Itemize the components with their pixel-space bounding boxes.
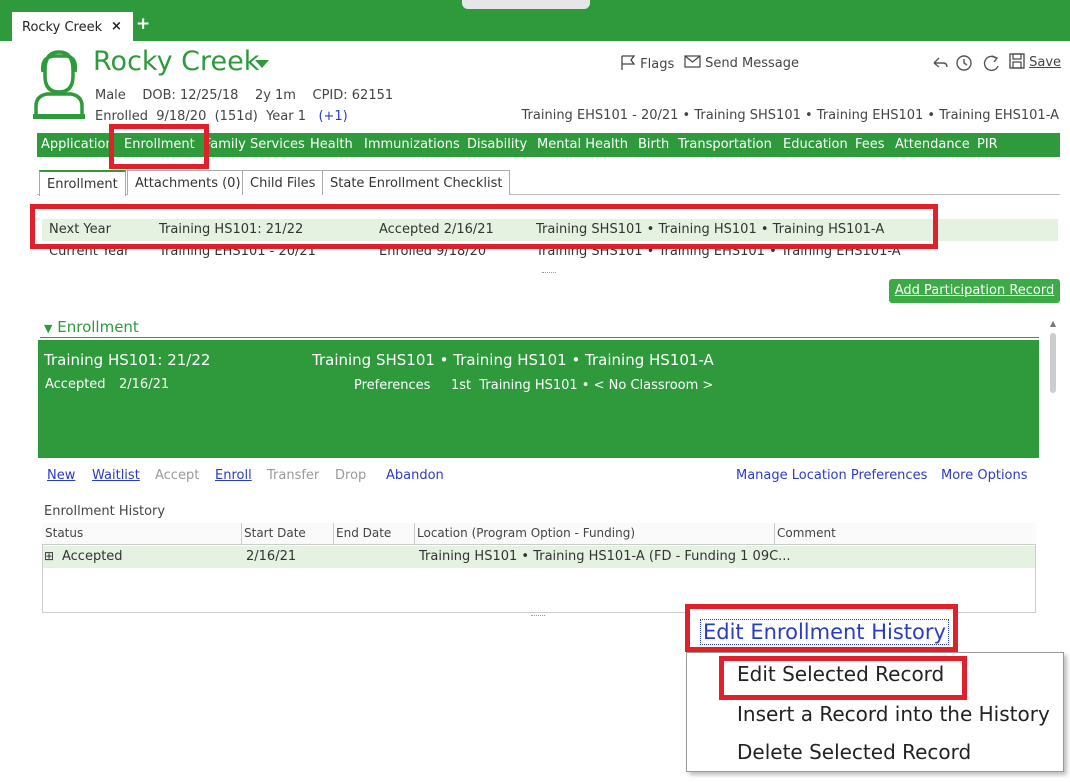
preferences-label: Preferences: [354, 378, 431, 393]
edit-enrollment-history-callout: Edit Enrollment History: [685, 604, 958, 652]
subtab-attachments[interactable]: Attachments (0): [127, 170, 249, 195]
enrollment-detail-panel: Training HS101: 21/22 Training SHS101 • …: [38, 340, 1039, 458]
enrollment-status: Accepted: [45, 377, 106, 392]
enrollment-summary: Enrolled 9/18/20 (151d) Year 1 (+1): [95, 109, 348, 124]
more-years-link[interactable]: (+1): [318, 109, 347, 124]
new-tab-icon[interactable]: +: [136, 14, 150, 34]
manage-location-preferences-link[interactable]: Manage Location Preferences: [736, 468, 927, 483]
nav-disability[interactable]: Disability: [467, 137, 527, 152]
drop-link: Drop: [335, 468, 367, 483]
edit-selected-record-callout: [719, 656, 967, 700]
chevron-down-icon[interactable]: [255, 60, 269, 68]
subtab-state-enrollment-checklist[interactable]: State Enrollment Checklist: [322, 170, 511, 195]
close-tab-icon[interactable]: ×: [111, 19, 122, 34]
send-message-button[interactable]: Send Message: [684, 55, 799, 71]
child-name[interactable]: Rocky Creek: [93, 46, 259, 77]
child-demographics: Male DOB: 12/25/18 2y 1m CPID: 62151: [95, 88, 394, 103]
edit-enrollment-history-button[interactable]: Edit Enrollment History: [700, 619, 949, 645]
enrollment-history-label: Enrollment History: [44, 504, 166, 519]
nav-pir[interactable]: PIR: [977, 137, 998, 152]
enrollment-nav-callout: [109, 124, 209, 169]
more-options-link[interactable]: More Options: [941, 468, 1028, 483]
window-notch: [462, 0, 590, 9]
col-status[interactable]: Status: [45, 526, 83, 540]
splitter-grip[interactable]: [542, 272, 556, 274]
transfer-link: Transfer: [267, 468, 320, 483]
nav-family-services[interactable]: Family Services: [204, 137, 305, 152]
col-location[interactable]: Location (Program Option - Funding): [417, 526, 635, 540]
abandon-link[interactable]: Abandon: [386, 468, 444, 483]
nav-education[interactable]: Education: [783, 137, 848, 152]
new-link[interactable]: New: [47, 468, 75, 483]
nav-immunizations[interactable]: Immunizations: [364, 137, 460, 152]
add-participation-record-button[interactable]: Add Participation Record: [889, 279, 1060, 303]
undo-icon[interactable]: [933, 57, 948, 68]
subtab-child-files[interactable]: Child Files: [242, 170, 324, 195]
accept-link: Accept: [155, 468, 200, 483]
waitlist-link[interactable]: Waitlist: [92, 468, 140, 483]
expand-icon[interactable]: ⊞: [44, 549, 54, 563]
history-table-header: Status Start Date End Date Location (Pro…: [42, 523, 1036, 545]
nav-transportation[interactable]: Transportation: [678, 137, 772, 152]
enrollment-section-header[interactable]: ▼ Enrollment: [44, 318, 139, 336]
history-start-date: 2/16/21: [246, 549, 297, 564]
next-year-row-callout: [30, 204, 938, 249]
col-start-date[interactable]: Start Date: [244, 526, 306, 540]
enrollment-program: Training HS101: 21/22: [44, 351, 211, 369]
child-avatar-icon: [33, 50, 85, 119]
envelope-icon: [684, 55, 701, 68]
enrollment-status-date: 2/16/21: [119, 377, 170, 392]
table-row[interactable]: ⊞ Accepted 2/16/21 Training HS101 • Trai…: [43, 546, 1035, 568]
flag-icon: [621, 55, 636, 70]
nav-mental-health[interactable]: Mental Health: [537, 137, 628, 152]
nav-birth[interactable]: Birth: [638, 137, 669, 152]
enrollment-location: Training SHS101 • Training HS101 • Train…: [312, 351, 714, 369]
save-button[interactable]: Save: [1009, 53, 1061, 70]
enroll-link[interactable]: Enroll: [215, 468, 252, 483]
nav-attendance[interactable]: Attendance: [895, 137, 970, 152]
refresh-icon[interactable]: [983, 55, 999, 72]
scroll-up-icon[interactable]: ▲: [1050, 319, 1056, 328]
section-divider: [40, 337, 1039, 338]
menu-item-insert-record[interactable]: Insert a Record into the History: [737, 702, 1050, 726]
preferences-value: 1st Training HS101 • < No Classroom >: [451, 378, 714, 393]
nav-fees[interactable]: Fees: [855, 137, 885, 152]
document-tab[interactable]: Rocky Creek ×: [12, 12, 133, 41]
chevron-down-icon: ▼: [44, 322, 53, 335]
col-comment[interactable]: Comment: [777, 526, 836, 540]
subtab-enrollment[interactable]: Enrollment: [39, 170, 126, 196]
document-tab-label: Rocky Creek: [22, 20, 103, 35]
splitter-grip[interactable]: [531, 615, 545, 617]
history-status: Accepted: [62, 549, 123, 564]
current-program-summary: Training EHS101 - 20/21 • Training SHS10…: [521, 108, 1059, 123]
menu-item-delete-selected-record[interactable]: Delete Selected Record: [737, 740, 971, 764]
flags-button[interactable]: Flags: [620, 55, 674, 72]
col-end-date[interactable]: End Date: [336, 526, 391, 540]
nav-health[interactable]: Health: [310, 137, 353, 152]
history-location: Training HS101 • Training HS101-A (FD - …: [419, 549, 791, 564]
save-icon: [1009, 53, 1025, 69]
vertical-scrollbar[interactable]: [1050, 333, 1056, 393]
history-icon[interactable]: [956, 55, 972, 71]
history-toolbar: [930, 53, 1006, 77]
nav-application[interactable]: Application: [41, 137, 114, 152]
